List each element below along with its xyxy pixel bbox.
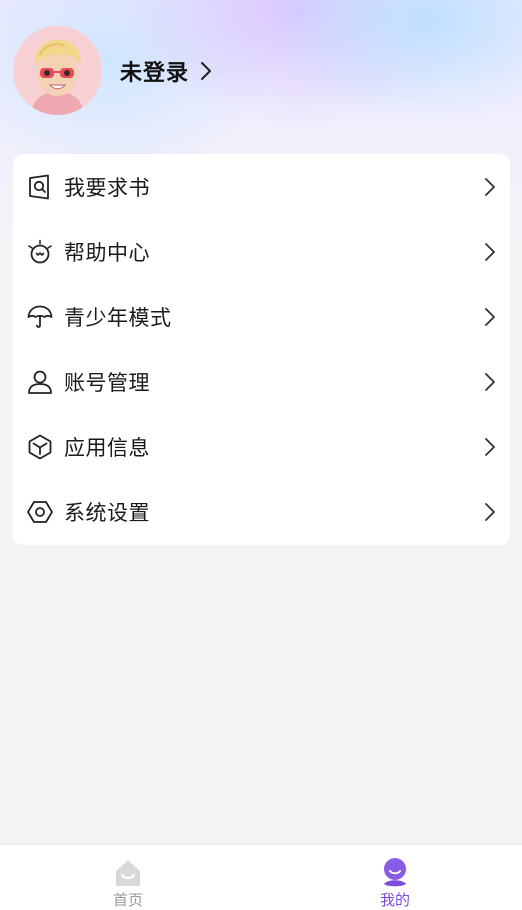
avatar (13, 26, 102, 115)
user-icon (28, 370, 52, 394)
book-request-icon (29, 174, 49, 199)
menu-item-label: 帮助中心 (64, 240, 150, 265)
menu-item-account-management[interactable]: 账号管理 (13, 349, 510, 414)
chevron-right-icon (485, 438, 495, 457)
login-profile-button[interactable]: 未登录 (13, 26, 213, 115)
menu-item-label: 青少年模式 (64, 305, 172, 330)
menu-item-teen-mode[interactable]: 青少年模式 (13, 284, 510, 349)
menu-item-label: 系统设置 (64, 501, 150, 526)
chevron-right-icon (485, 373, 495, 391)
chevron-right-icon (485, 177, 495, 196)
tab-home[interactable]: 首页 (68, 845, 188, 910)
tab-mine[interactable]: 我的 (335, 845, 455, 910)
menu-item-label: 账号管理 (64, 371, 150, 396)
menu-item-label: 应用信息 (64, 436, 150, 461)
login-status-text[interactable]: 未登录 (120, 55, 189, 87)
bottom-tab-bar: 首页 我的 (0, 844, 522, 910)
menu-item-app-info[interactable]: 应用信息 (13, 415, 510, 480)
menu-item-help-center[interactable]: 帮助中心 (13, 219, 510, 284)
chevron-right-icon (485, 307, 495, 326)
umbrella-icon (27, 305, 53, 328)
menu-item-system-settings[interactable]: 系统设置 (13, 480, 510, 545)
chevron-right-icon (201, 61, 212, 80)
menu-item-label: 我要求书 (64, 175, 150, 200)
chevron-right-icon (485, 503, 495, 522)
home-icon (116, 860, 140, 886)
my-page: 未登录 我要求书 帮助中心 青少年模式 账号管理 应用信息 系统设置 首页 我的 (0, 0, 522, 910)
help-center-icon (28, 239, 52, 264)
cube-icon (28, 434, 52, 460)
menu-item-book-request[interactable]: 我要求书 (13, 154, 510, 219)
chevron-right-icon (485, 242, 495, 261)
tab-label: 首页 (112, 891, 143, 909)
settings-menu: 我要求书 帮助中心 青少年模式 账号管理 应用信息 系统设置 (13, 154, 510, 545)
tab-label: 我的 (379, 891, 410, 909)
profile-icon (384, 858, 406, 887)
settings-icon (27, 501, 53, 524)
